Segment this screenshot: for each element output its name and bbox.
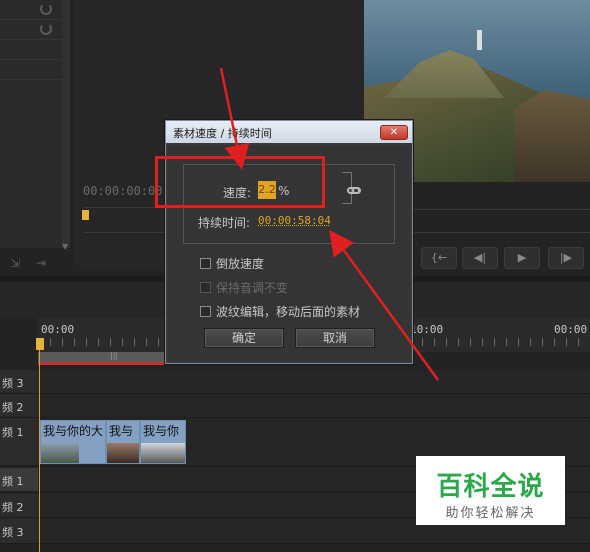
play-button[interactable]: ▶ xyxy=(504,247,540,269)
track-header-video-1[interactable]: 频 1 xyxy=(0,418,38,466)
track-header-audio-2[interactable]: 频 2 xyxy=(0,494,38,518)
ripple-edit-checkbox[interactable] xyxy=(200,306,211,317)
duration-label: 持续时间: xyxy=(198,216,251,230)
cancel-button[interactable]: 取消 xyxy=(295,328,375,348)
clip-label: 我与你的大 xyxy=(43,424,104,438)
track-video-3[interactable] xyxy=(38,370,590,394)
watermark-subtitle: 助你轻松解决 xyxy=(445,506,536,521)
duration-input[interactable]: 00:00:58:04 xyxy=(258,214,331,227)
clip-thumbnail xyxy=(141,443,185,463)
watermark-logo: 百科全说 助你轻松解决 xyxy=(416,456,565,525)
keep-pitch-checkbox xyxy=(200,282,211,293)
annotation-highlight-box xyxy=(155,156,325,208)
reset-icon[interactable] xyxy=(40,3,52,15)
lighthouse xyxy=(477,30,482,50)
track-header-audio-3[interactable]: 频 3 xyxy=(0,518,38,544)
source-timecode[interactable]: 00:00:00:00 xyxy=(83,184,162,198)
ripple-edit-label[interactable]: 波纹编辑，移动后面的素材 xyxy=(216,303,360,320)
ruler-label-mid: 10:00 xyxy=(410,323,444,336)
fx-row xyxy=(0,0,66,20)
keep-pitch-label: 保持音调不变 xyxy=(216,281,289,295)
effect-controls-scrollbar[interactable] xyxy=(62,0,70,248)
scroll-down-icon[interactable]: ▼ xyxy=(62,242,68,251)
work-area-grip-icon[interactable]: ||| xyxy=(110,351,118,360)
source-playhead[interactable] xyxy=(82,210,89,220)
track-label: 频 1 xyxy=(2,475,24,488)
program-time-ruler[interactable] xyxy=(395,209,590,233)
dialog-titlebar[interactable]: 素材速度 / 持续时间 ✕ xyxy=(166,121,412,143)
track-video-2[interactable] xyxy=(38,394,590,418)
close-button[interactable]: ✕ xyxy=(380,125,408,140)
cliff xyxy=(514,90,590,182)
clip-thumbnail xyxy=(107,443,139,463)
track-label: 频 2 xyxy=(2,501,24,514)
fx-bottom-bar: ⇲ ⇥ xyxy=(0,254,70,272)
effect-controls-panel xyxy=(0,0,70,248)
timeline-clip[interactable]: 我与 xyxy=(106,420,140,464)
filter-icon[interactable]: ⇲ xyxy=(10,256,20,270)
timeline-clip[interactable]: 我与你 xyxy=(140,420,186,464)
reverse-speed-label[interactable]: 倒放速度 xyxy=(216,255,264,272)
next-frame-button[interactable]: |▶ xyxy=(548,247,584,269)
ok-button[interactable]: 确定 xyxy=(204,328,284,348)
dialog-title: 素材速度 / 持续时间 xyxy=(173,127,272,140)
step-back-button[interactable]: {← xyxy=(421,247,457,269)
watermark-title: 百科全说 xyxy=(436,472,545,502)
timeline-playhead[interactable] xyxy=(36,338,44,350)
clip-label: 我与你 xyxy=(143,424,180,438)
fx-row xyxy=(0,40,66,60)
track-label: 频 3 xyxy=(2,377,24,390)
previous-frame-button[interactable]: ◀| xyxy=(462,247,498,269)
link-icon-ring xyxy=(352,187,361,194)
export-icon[interactable]: ⇥ xyxy=(36,256,46,270)
track-header-video-3[interactable]: 频 3 xyxy=(0,370,38,394)
ruler-label-end: 00:00 xyxy=(554,323,588,336)
ruler-label-start: 00:00 xyxy=(41,323,75,336)
track-label: 频 2 xyxy=(2,401,24,414)
clip-thumbnail xyxy=(41,443,79,463)
track-header-video-2[interactable]: 频 2 xyxy=(0,394,38,418)
timeline-clip[interactable]: 我与你的大 xyxy=(40,420,106,464)
reset-icon[interactable] xyxy=(40,23,52,35)
playhead-line xyxy=(39,350,40,552)
fx-row xyxy=(0,60,66,80)
reverse-speed-checkbox[interactable] xyxy=(200,258,211,269)
track-label: 频 1 xyxy=(2,426,24,439)
track-header-audio-1[interactable]: 频 1 xyxy=(0,468,38,492)
clip-label: 我与 xyxy=(109,424,134,438)
track-label: 频 3 xyxy=(2,526,24,539)
fx-row xyxy=(0,20,66,40)
